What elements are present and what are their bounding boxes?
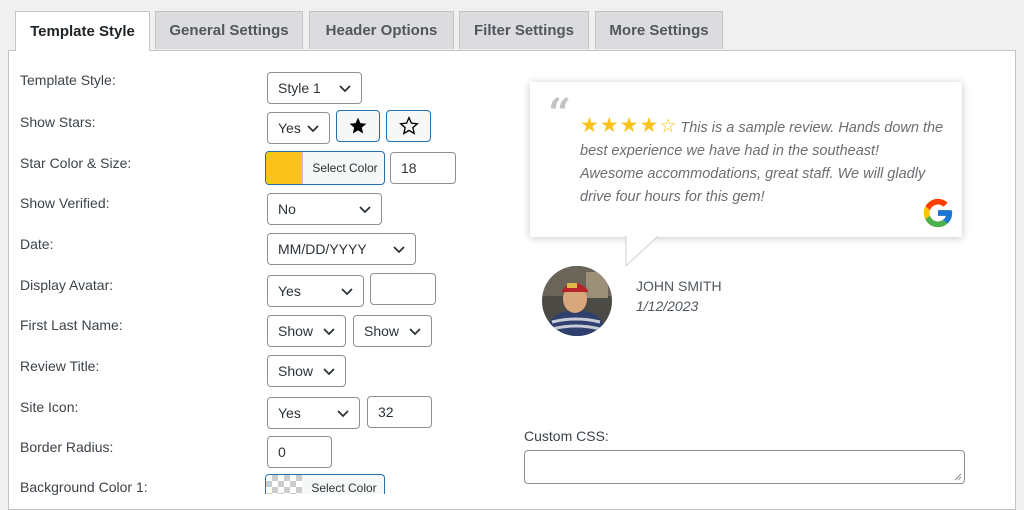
tab-template-style[interactable]: Template Style xyxy=(15,11,150,51)
review-date: 1/12/2023 xyxy=(636,298,699,314)
show-stars-value: Yes xyxy=(278,120,301,136)
chevron-down-icon xyxy=(337,410,349,418)
border-radius-input[interactable]: 0 xyxy=(267,436,332,468)
site-icon-select[interactable]: Yes xyxy=(267,397,360,429)
background-select-color-label: Select Color xyxy=(311,481,377,494)
chevron-down-icon xyxy=(359,206,371,214)
show-verified-select[interactable]: No xyxy=(267,193,382,225)
template-style-select[interactable]: Style 1 xyxy=(267,72,362,104)
chevron-down-icon xyxy=(307,125,319,133)
speech-bubble-tail xyxy=(625,235,659,268)
tab-header-options[interactable]: Header Options xyxy=(309,11,454,49)
tab-filter-settings[interactable]: Filter Settings xyxy=(459,11,589,49)
site-icon-size-value: 32 xyxy=(378,404,394,420)
star-color-picker[interactable]: Select Color xyxy=(265,151,385,185)
display-avatar-label: Display Avatar: xyxy=(20,277,114,293)
star-filled-icon xyxy=(349,117,367,134)
show-stars-select[interactable]: Yes xyxy=(267,112,330,144)
site-icon-size-input[interactable]: 32 xyxy=(367,396,432,428)
chevron-down-icon xyxy=(393,246,405,254)
star-outline-icon xyxy=(398,116,419,135)
quote-mark-icon: “ xyxy=(548,90,572,137)
first-last-name-label: First Last Name: xyxy=(20,317,123,333)
review-text: ★★★★☆ This is a sample review. Hands dow… xyxy=(580,114,945,209)
date-label: Date: xyxy=(20,236,54,252)
display-avatar-select[interactable]: Yes xyxy=(267,275,364,307)
star-color-size-label: Star Color & Size: xyxy=(20,155,132,171)
resize-handle-icon[interactable] xyxy=(954,473,962,481)
template-style-value: Style 1 xyxy=(278,80,321,96)
template-style-label: Template Style: xyxy=(20,72,116,88)
background-color-1-label: Background Color 1: xyxy=(20,479,148,495)
custom-css-textarea[interactable] xyxy=(524,450,965,484)
chevron-down-icon xyxy=(341,288,353,296)
chevron-down-icon xyxy=(339,85,351,93)
show-stars-label: Show Stars: xyxy=(20,114,96,130)
date-format-value: MM/DD/YYYY xyxy=(278,241,367,257)
chevron-down-icon xyxy=(323,368,335,376)
border-radius-value: 0 xyxy=(278,444,286,460)
review-title-select[interactable]: Show xyxy=(267,355,346,387)
first-name-value: Show xyxy=(278,323,314,339)
star-select-color-label: Select Color xyxy=(302,152,384,184)
rating-empty-star-icon: ☆ xyxy=(659,116,677,137)
star-size-input[interactable]: 18 xyxy=(390,152,456,184)
outline-star-button[interactable] xyxy=(386,110,431,142)
border-radius-label: Border Radius: xyxy=(20,439,114,455)
filled-star-button[interactable] xyxy=(336,110,380,142)
rating-stars: ★★★★ xyxy=(580,114,660,137)
chevron-down-icon xyxy=(323,328,335,336)
date-format-select[interactable]: MM/DD/YYYY xyxy=(267,233,416,265)
first-name-select[interactable]: Show xyxy=(267,315,346,347)
reviewer-name: JOHN SMITH xyxy=(636,278,722,294)
display-avatar-value: Yes xyxy=(278,283,301,299)
review-title-label: Review Title: xyxy=(20,358,100,374)
settings-tabs: Template Style General Settings Header O… xyxy=(0,0,1024,51)
review-title-value: Show xyxy=(278,363,314,379)
tab-more-settings[interactable]: More Settings xyxy=(595,11,723,49)
star-color-swatch xyxy=(266,152,302,184)
site-icon-value: Yes xyxy=(278,405,301,421)
show-verified-value: No xyxy=(278,201,296,217)
last-name-select[interactable]: Show xyxy=(353,315,432,347)
chevron-down-icon xyxy=(409,328,421,336)
google-icon xyxy=(923,198,953,228)
show-verified-label: Show Verified: xyxy=(20,195,110,211)
last-name-value: Show xyxy=(364,323,400,339)
reviewer-avatar xyxy=(542,266,612,336)
background-color-1-swatch xyxy=(266,475,302,494)
tab-general-settings[interactable]: General Settings xyxy=(155,11,303,49)
site-icon-label: Site Icon: xyxy=(20,399,79,415)
background-color-1-picker[interactable]: Select Color xyxy=(265,474,385,494)
avatar-size-input[interactable] xyxy=(370,273,436,305)
custom-css-label: Custom CSS: xyxy=(524,428,609,444)
star-size-value: 18 xyxy=(401,160,417,176)
